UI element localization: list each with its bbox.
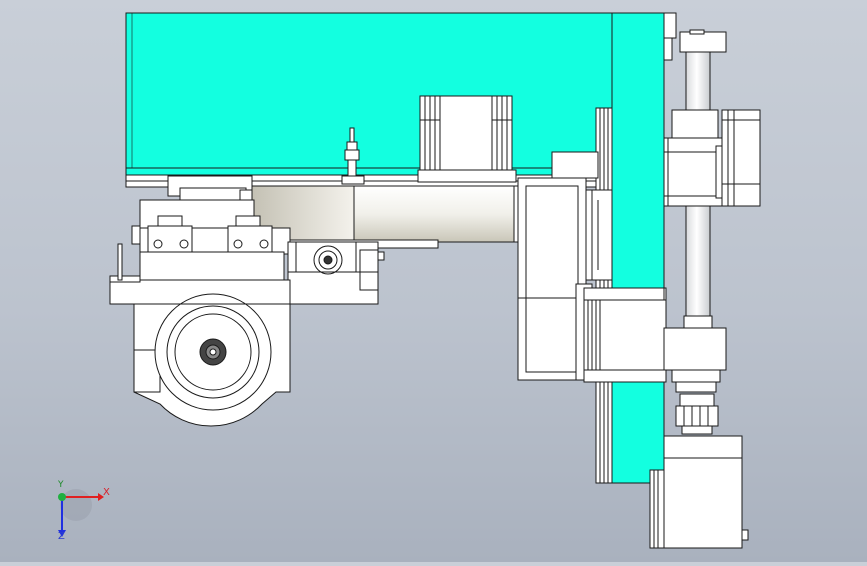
lower-bearing: [663, 315, 727, 393]
top-stepper-motor: [417, 95, 517, 183]
axis-x-label: X: [103, 487, 110, 498]
roller: [251, 185, 525, 249]
cyan-top-plate: [125, 12, 615, 188]
cad-viewport[interactable]: X Y Z: [0, 0, 867, 562]
upper-right-motor: [721, 109, 761, 207]
wheel-assembly: [109, 243, 291, 427]
mid-stepper-motor: [583, 287, 667, 383]
shaft-coupling: [675, 393, 719, 435]
bottom-stepper-motor: [649, 435, 749, 549]
axis-y-label: Y: [58, 480, 64, 490]
axis-z-label: Z: [58, 531, 65, 542]
gear-housing: [287, 241, 385, 305]
axis-triad: [58, 489, 104, 537]
screw-nut-block: [663, 137, 725, 207]
assembly-drawing: [58, 12, 761, 549]
cyan-vertical-column: [611, 12, 677, 484]
